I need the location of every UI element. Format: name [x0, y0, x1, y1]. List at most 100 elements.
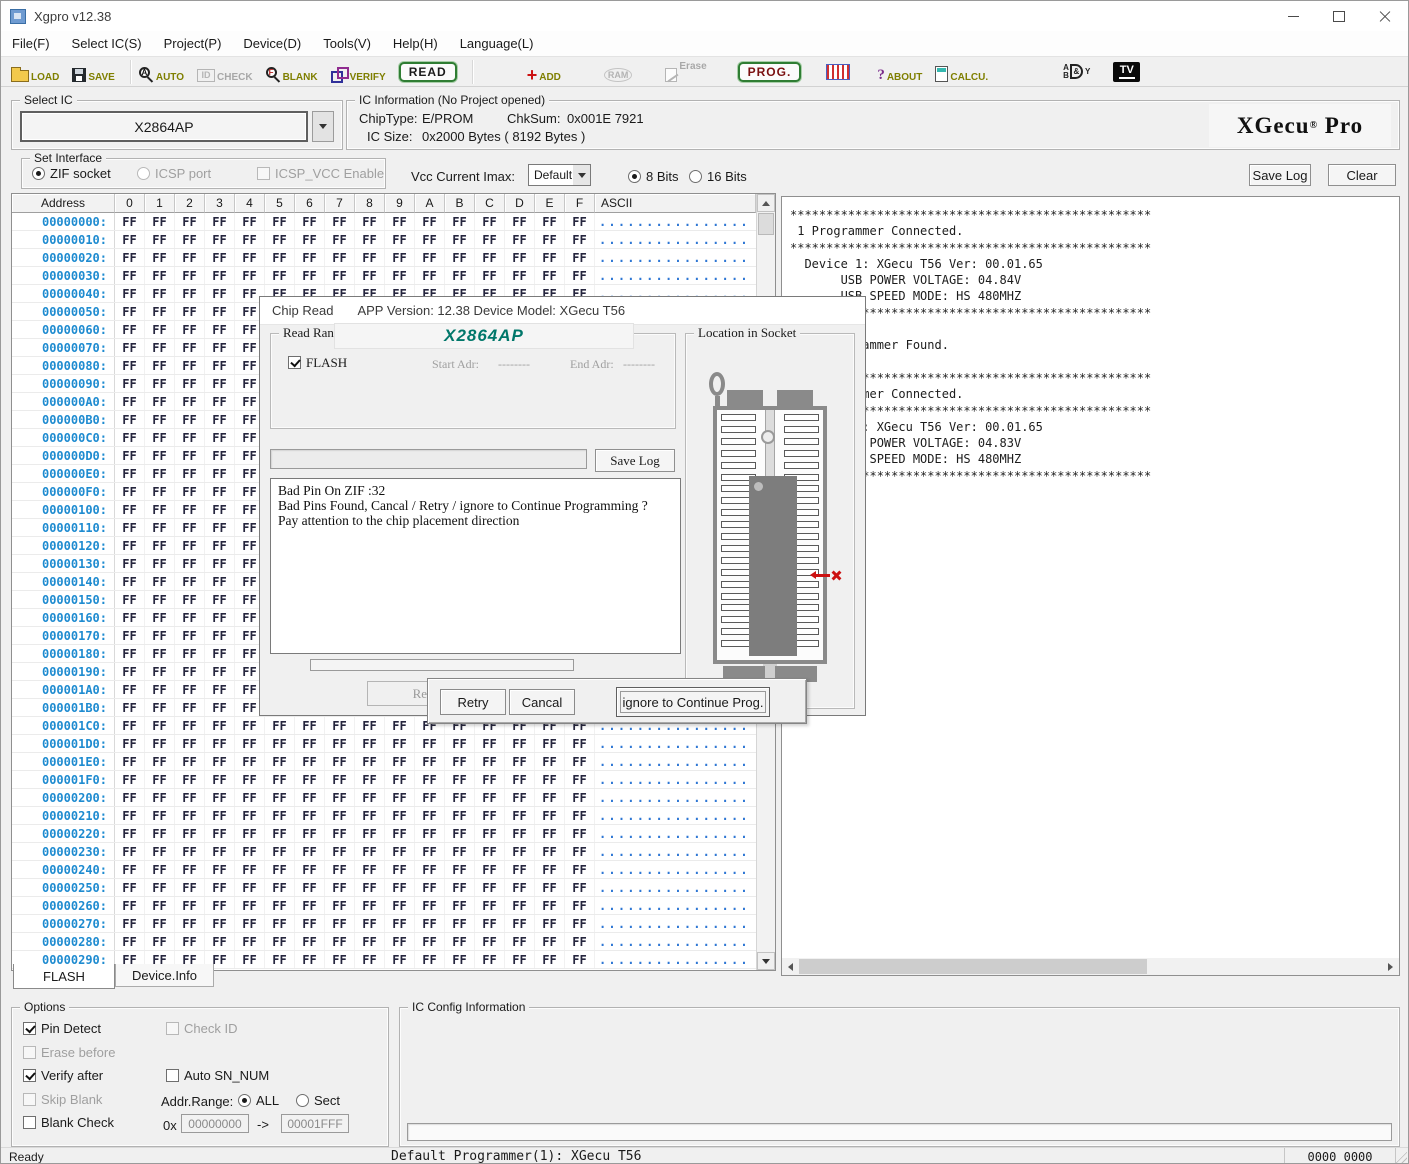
save-log-button[interactable]: Save Log	[1249, 164, 1311, 186]
hex-byte-cell[interactable]: FF	[475, 825, 505, 842]
hex-byte-cell[interactable]: FF	[175, 843, 205, 860]
hex-byte-cell[interactable]: FF	[535, 933, 565, 950]
hex-byte-cell[interactable]: FF	[175, 447, 205, 464]
hex-byte-cell[interactable]: FF	[355, 735, 385, 752]
hex-byte-cell[interactable]: FF	[295, 861, 325, 878]
hex-byte-cell[interactable]: FF	[145, 285, 175, 302]
hex-byte-cell[interactable]: FF	[145, 933, 175, 950]
hex-column-header[interactable]: F	[565, 194, 595, 213]
hex-byte-cell[interactable]: FF	[145, 429, 175, 446]
hex-byte-cell[interactable]: FF	[355, 717, 385, 734]
chip-test-button[interactable]	[826, 61, 850, 83]
scrollbar-thumb[interactable]	[799, 959, 1147, 974]
hex-byte-cell[interactable]: FF	[175, 465, 205, 482]
hex-byte-cell[interactable]: FF	[145, 609, 175, 626]
close-button[interactable]	[1362, 1, 1408, 31]
hex-byte-cell[interactable]: FF	[295, 897, 325, 914]
hex-byte-cell[interactable]: FF	[535, 771, 565, 788]
hex-byte-cell[interactable]: FF	[175, 879, 205, 896]
hex-column-header[interactable]: 4	[235, 194, 265, 213]
hex-byte-cell[interactable]: FF	[175, 807, 205, 824]
hex-byte-cell[interactable]: FF	[385, 951, 415, 968]
hex-byte-cell[interactable]: FF	[205, 447, 235, 464]
hex-byte-cell[interactable]: FF	[115, 735, 145, 752]
hex-byte-cell[interactable]: FF	[205, 717, 235, 734]
hex-byte-cell[interactable]: FF	[325, 267, 355, 284]
hex-byte-cell[interactable]: FF	[175, 519, 205, 536]
hex-byte-cell[interactable]: FF	[115, 717, 145, 734]
hex-byte-cell[interactable]: FF	[115, 339, 145, 356]
hex-byte-cell[interactable]: FF	[445, 807, 475, 824]
hex-byte-cell[interactable]: FF	[355, 915, 385, 932]
hex-byte-cell[interactable]: FF	[295, 951, 325, 968]
hex-byte-cell[interactable]: FF	[175, 285, 205, 302]
range-end-input[interactable]: 00001FFF	[281, 1114, 349, 1133]
hex-byte-cell[interactable]: FF	[175, 789, 205, 806]
hex-byte-cell[interactable]: FF	[475, 771, 505, 788]
hex-byte-cell[interactable]: FF	[265, 249, 295, 266]
hex-byte-cell[interactable]: FF	[445, 267, 475, 284]
menu-item[interactable]: Tools(V)	[312, 31, 382, 56]
hex-byte-cell[interactable]: FF	[175, 537, 205, 554]
hex-byte-cell[interactable]: FF	[325, 771, 355, 788]
hex-byte-cell[interactable]: FF	[235, 231, 265, 248]
hex-byte-cell[interactable]: FF	[145, 483, 175, 500]
hex-byte-cell[interactable]: FF	[175, 825, 205, 842]
hex-byte-cell[interactable]: FF	[235, 753, 265, 770]
hex-byte-cell[interactable]: FF	[145, 411, 175, 428]
hex-byte-cell[interactable]: FF	[235, 789, 265, 806]
auto-sn-checkbox[interactable]: Auto SN_NUM	[166, 1068, 269, 1083]
hex-byte-cell[interactable]: FF	[325, 735, 355, 752]
hex-byte-cell[interactable]: FF	[115, 393, 145, 410]
menu-item[interactable]: Help(H)	[382, 31, 449, 56]
hex-byte-cell[interactable]: FF	[415, 249, 445, 266]
hex-byte-cell[interactable]: FF	[115, 213, 145, 230]
hex-byte-cell[interactable]: FF	[175, 609, 205, 626]
hex-byte-cell[interactable]: FF	[535, 231, 565, 248]
hex-byte-cell[interactable]: FF	[295, 807, 325, 824]
hex-byte-cell[interactable]: FF	[565, 249, 595, 266]
hex-byte-cell[interactable]: FF	[565, 915, 595, 932]
hex-byte-cell[interactable]: FF	[505, 897, 535, 914]
hex-byte-cell[interactable]: FF	[445, 825, 475, 842]
hex-byte-cell[interactable]: FF	[385, 843, 415, 860]
hex-byte-cell[interactable]: FF	[565, 825, 595, 842]
hex-byte-cell[interactable]: FF	[145, 897, 175, 914]
hex-byte-cell[interactable]: FF	[175, 213, 205, 230]
hex-byte-cell[interactable]: FF	[145, 627, 175, 644]
hex-byte-cell[interactable]: FF	[145, 861, 175, 878]
logic-test-button[interactable]: AB & Y	[1063, 61, 1090, 83]
hex-byte-cell[interactable]: FF	[535, 249, 565, 266]
hex-byte-cell[interactable]: FF	[475, 843, 505, 860]
hex-byte-cell[interactable]: FF	[325, 717, 355, 734]
hex-byte-cell[interactable]: FF	[175, 933, 205, 950]
hex-byte-cell[interactable]: FF	[505, 933, 535, 950]
hex-byte-cell[interactable]: FF	[205, 807, 235, 824]
hex-byte-cell[interactable]: FF	[145, 807, 175, 824]
hex-byte-cell[interactable]: FF	[565, 951, 595, 968]
hex-byte-cell[interactable]: FF	[415, 771, 445, 788]
hex-byte-cell[interactable]: FF	[325, 213, 355, 230]
hex-byte-cell[interactable]: FF	[505, 861, 535, 878]
hex-byte-cell[interactable]: FF	[115, 411, 145, 428]
hex-byte-cell[interactable]: FF	[205, 573, 235, 590]
tv-mode-button[interactable]: TV	[1113, 61, 1140, 83]
hex-byte-cell[interactable]: FF	[145, 645, 175, 662]
hex-column-header[interactable]: 1	[145, 194, 175, 213]
hex-byte-cell[interactable]: FF	[145, 915, 175, 932]
hex-byte-cell[interactable]: FF	[535, 861, 565, 878]
chevron-down-icon[interactable]	[573, 165, 590, 185]
hex-byte-cell[interactable]: FF	[355, 825, 385, 842]
hex-byte-cell[interactable]: FF	[535, 753, 565, 770]
hex-byte-cell[interactable]: FF	[205, 429, 235, 446]
hex-byte-cell[interactable]: FF	[325, 879, 355, 896]
ic-select-dropdown-button[interactable]	[312, 111, 334, 142]
hex-byte-cell[interactable]: FF	[475, 879, 505, 896]
hex-byte-cell[interactable]: FF	[265, 807, 295, 824]
hex-byte-cell[interactable]: FF	[355, 213, 385, 230]
hex-byte-cell[interactable]: FF	[355, 861, 385, 878]
hex-byte-cell[interactable]: FF	[205, 861, 235, 878]
hex-byte-cell[interactable]: FF	[265, 771, 295, 788]
hex-byte-cell[interactable]: FF	[145, 231, 175, 248]
flash-checkbox[interactable]: FLASH	[288, 355, 347, 371]
